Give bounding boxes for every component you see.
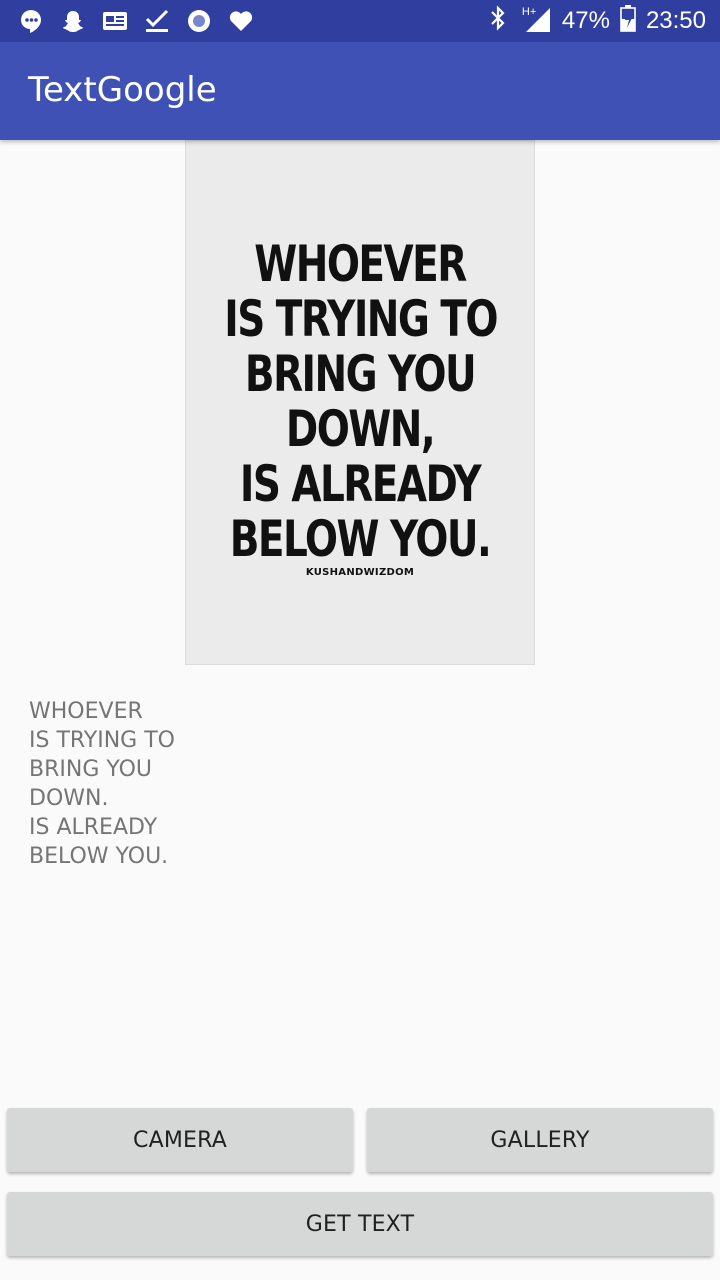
quote-line: DOWN, bbox=[285, 400, 436, 458]
result-line: DOWN. bbox=[29, 786, 109, 811]
notification-icons bbox=[18, 6, 254, 36]
signal-icon: H+ bbox=[518, 6, 552, 34]
app-title: TextGoogle bbox=[28, 70, 217, 110]
camera-button[interactable]: CAMERA bbox=[7, 1108, 353, 1172]
system-indicators: H+ 47% 23:50 bbox=[488, 0, 706, 42]
task-check-icon bbox=[144, 8, 170, 34]
quote-line: IS ALREADY bbox=[239, 455, 482, 513]
quote-line: IS TRYING TO bbox=[224, 290, 498, 348]
news-icon bbox=[102, 8, 128, 34]
result-line: IS TRYING TO bbox=[29, 728, 175, 753]
quote-image-text: WHOEVER IS TRYING TO BRING YOU DOWN, IS … bbox=[186, 237, 534, 567]
hangouts-icon bbox=[18, 8, 44, 34]
get-text-button[interactable]: GET TEXT bbox=[7, 1192, 713, 1256]
heart-icon bbox=[228, 8, 254, 34]
battery-icon bbox=[620, 4, 636, 39]
image-preview: WHOEVER IS TRYING TO BRING YOU DOWN, IS … bbox=[185, 140, 535, 665]
battery-percent: 47% bbox=[561, 7, 610, 34]
quote-line: BRING YOU bbox=[244, 345, 477, 403]
bluetooth-icon bbox=[488, 4, 508, 38]
gallery-button[interactable]: GALLERY bbox=[367, 1108, 713, 1172]
app-bar: TextGoogle bbox=[0, 42, 720, 140]
result-line: BRING YOU bbox=[29, 757, 153, 782]
snapchat-icon bbox=[60, 8, 86, 34]
quote-line: BELOW YOU. bbox=[229, 510, 492, 568]
result-line: BELOW YOU. bbox=[29, 844, 169, 869]
quote-line: WHOEVER bbox=[254, 235, 467, 293]
result-line: IS ALREADY bbox=[29, 815, 158, 840]
clock: 23:50 bbox=[645, 7, 706, 34]
record-icon bbox=[186, 8, 212, 34]
recognized-text: WHOEVER IS TRYING TO BRING YOU DOWN. IS … bbox=[29, 697, 175, 871]
result-line: WHOEVER bbox=[29, 699, 143, 724]
status-bar: H+ 47% 23:50 bbox=[0, 0, 720, 42]
quote-credit: KUSHANDWIZDOM bbox=[305, 567, 415, 578]
